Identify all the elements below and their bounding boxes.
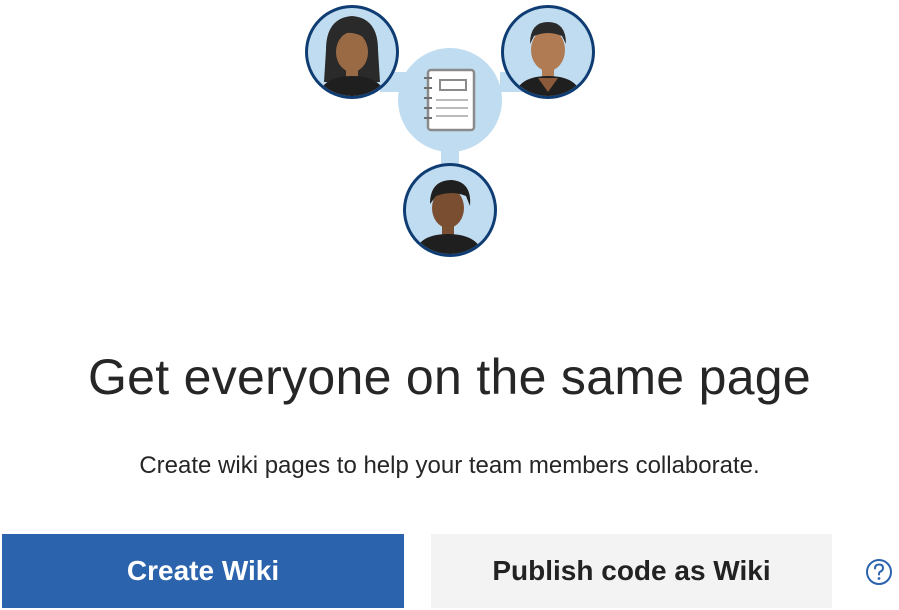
empty-state-title: Get everyone on the same page <box>87 349 812 405</box>
person-avatar-icon <box>403 163 497 257</box>
publish-code-as-wiki-button[interactable]: Publish code as Wiki <box>431 534 832 608</box>
notebook-icon <box>398 48 502 152</box>
wiki-collaboration-illustration <box>305 5 595 257</box>
question-circle-icon[interactable] <box>864 557 894 587</box>
empty-state-description: Create wiki pages to help your team memb… <box>139 452 760 479</box>
create-wiki-button[interactable]: Create Wiki <box>2 534 404 608</box>
